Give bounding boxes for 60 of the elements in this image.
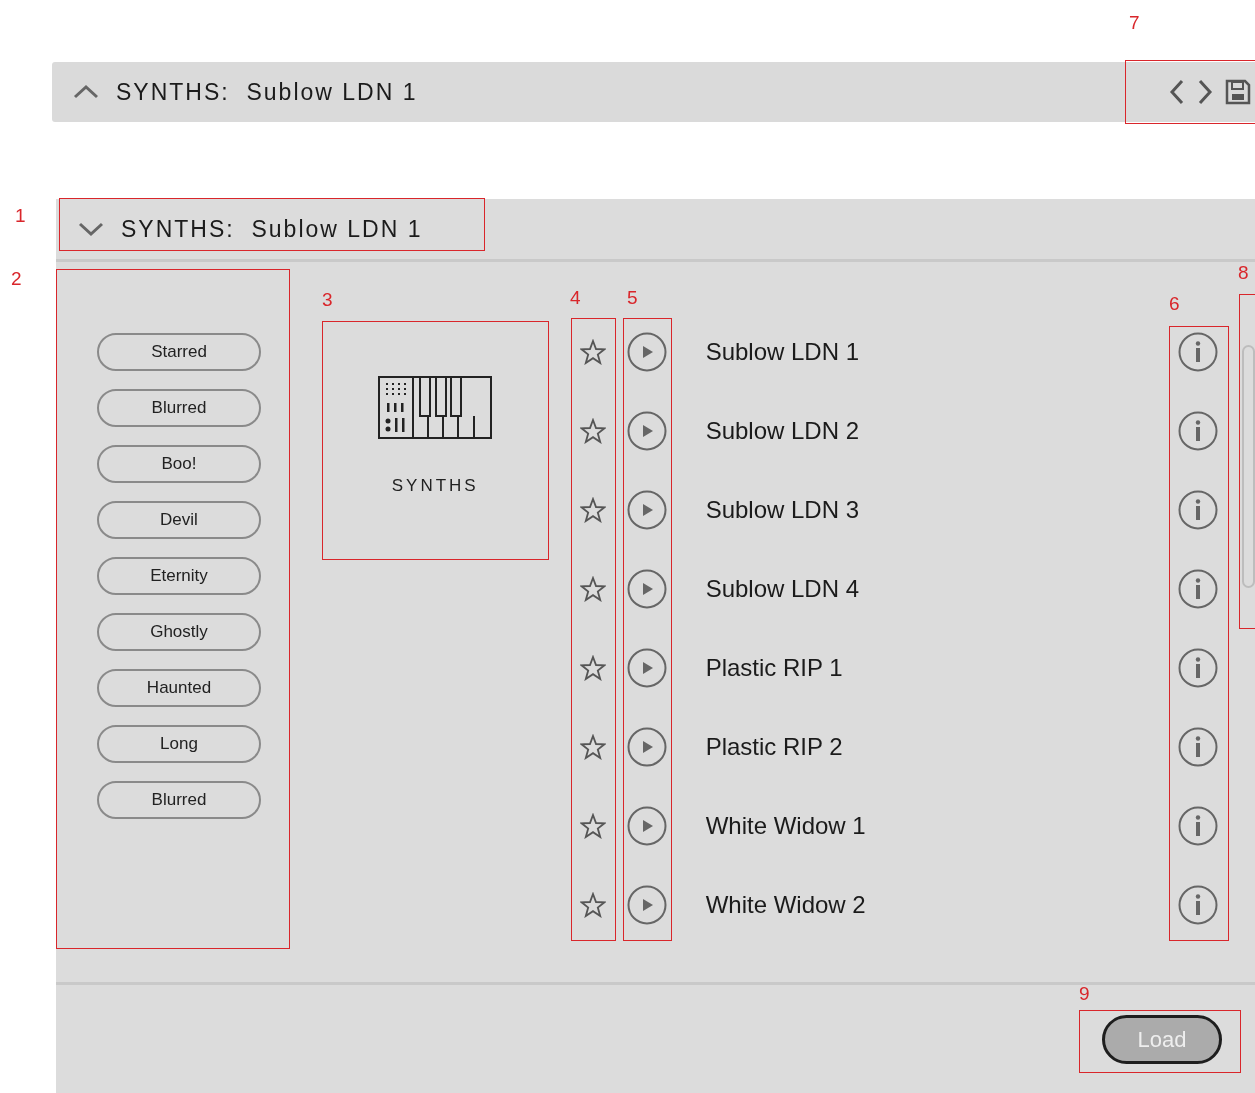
preset-name[interactable]: White Widow 1: [705, 807, 866, 844]
star-button[interactable]: [580, 575, 607, 602]
tag-button[interactable]: Ghostly: [97, 613, 261, 651]
annotation-number: 3: [322, 290, 333, 309]
info-icon[interactable]: [1178, 331, 1218, 372]
preset-name[interactable]: Plastic RIP 1: [705, 649, 843, 686]
tag-button[interactable]: Starred: [97, 333, 261, 371]
previous-icon[interactable]: [1169, 79, 1185, 105]
next-icon[interactable]: [1197, 79, 1213, 105]
play-button[interactable]: [627, 647, 668, 688]
play-button[interactable]: [627, 884, 668, 925]
info-icon[interactable]: [1178, 489, 1218, 530]
annotation-number: 6: [1169, 294, 1180, 313]
tag-button[interactable]: Boo!: [97, 445, 261, 483]
info-icon[interactable]: [1178, 568, 1218, 609]
star-button[interactable]: [580, 733, 607, 760]
preset-name[interactable]: Sublow LDN 2: [705, 412, 860, 449]
info-icon[interactable]: [1178, 410, 1218, 451]
annotation-number: 5: [627, 288, 638, 307]
expand-chevron-icon[interactable]: [73, 84, 99, 100]
play-button[interactable]: [627, 568, 668, 609]
play-button[interactable]: [627, 410, 668, 451]
info-icon[interactable]: [1178, 647, 1218, 688]
scrollbar[interactable]: [1242, 345, 1255, 588]
save-icon[interactable]: [1225, 79, 1251, 105]
category-tile[interactable]: SYNTHS: [321, 318, 549, 557]
collapse-chevron-icon[interactable]: [78, 221, 104, 237]
tag-button[interactable]: Blurred: [97, 781, 261, 819]
play-button[interactable]: [627, 331, 668, 372]
star-button[interactable]: [580, 496, 607, 523]
play-button[interactable]: [627, 489, 668, 530]
star-button[interactable]: [580, 812, 607, 839]
annotation-number: 4: [570, 288, 581, 307]
preset-name[interactable]: Sublow LDN 4: [705, 570, 860, 607]
star-button[interactable]: [580, 654, 607, 681]
section-title: SYNTHS: Sublow LDN 1: [121, 214, 423, 244]
annotation-number: 7: [1129, 13, 1140, 32]
annotation-number: 8: [1238, 263, 1249, 282]
annotation-number: 9: [1079, 984, 1090, 1003]
preset-name[interactable]: Sublow LDN 3: [705, 491, 860, 528]
tag-button[interactable]: Haunted: [97, 669, 261, 707]
play-button[interactable]: [627, 726, 668, 767]
section-title: SYNTHS: Sublow LDN 1: [116, 77, 418, 107]
keyboard-icon: [378, 376, 493, 440]
info-icon[interactable]: [1178, 726, 1218, 767]
tag-button[interactable]: Blurred: [97, 389, 261, 427]
annotation-number: 1: [15, 206, 26, 225]
tag-button[interactable]: Long: [97, 725, 261, 763]
star-button[interactable]: [580, 417, 607, 444]
star-button[interactable]: [580, 891, 607, 918]
preset-name[interactable]: White Widow 2: [705, 886, 866, 923]
tag-button[interactable]: Eternity: [97, 557, 261, 595]
annotation-number: 2: [11, 269, 22, 288]
play-button[interactable]: [627, 805, 668, 846]
info-icon[interactable]: [1178, 805, 1218, 846]
preset-name[interactable]: Plastic RIP 2: [705, 728, 843, 765]
tag-button[interactable]: Devil: [97, 501, 261, 539]
preset-name[interactable]: Sublow LDN 1: [705, 333, 860, 370]
info-icon[interactable]: [1178, 884, 1218, 925]
star-button[interactable]: [580, 338, 607, 365]
